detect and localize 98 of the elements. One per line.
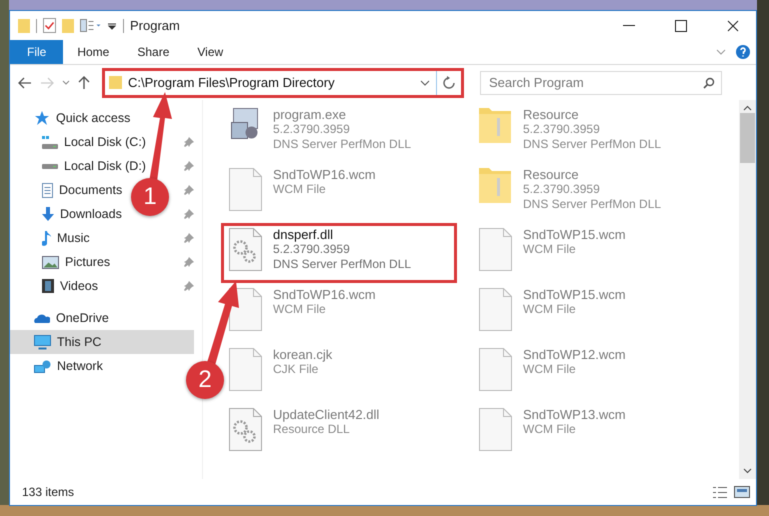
sidebar-item[interactable]: Pictures bbox=[10, 250, 110, 274]
scroll-thumb[interactable] bbox=[740, 113, 755, 163]
dropdown-caret-icon[interactable] bbox=[420, 80, 430, 86]
file-detail: WCM File bbox=[273, 302, 327, 317]
blank-file-icon bbox=[478, 288, 512, 331]
ribbon-tab[interactable]: Home bbox=[63, 40, 124, 64]
file-detail: Resource DLL bbox=[273, 422, 351, 437]
expand-ribbon-icon[interactable] bbox=[716, 49, 726, 55]
application-icon bbox=[231, 108, 259, 139]
blank-file-icon bbox=[478, 408, 512, 451]
download-icon bbox=[42, 207, 54, 221]
gear-file-icon bbox=[228, 228, 262, 271]
sidebar-item[interactable]: OneDrive bbox=[10, 306, 109, 330]
maximize-icon[interactable] bbox=[675, 20, 687, 32]
close-icon[interactable] bbox=[727, 20, 739, 32]
document-icon bbox=[42, 182, 53, 198]
file-name[interactable]: SndToWP16.wcm bbox=[273, 287, 376, 302]
star-icon bbox=[34, 110, 50, 126]
sidebar-item[interactable]: Network bbox=[10, 354, 103, 378]
layout-icon[interactable] bbox=[80, 19, 101, 32]
file-name[interactable]: SndToWP15.wcm bbox=[523, 287, 626, 302]
gear-file-icon bbox=[228, 408, 262, 451]
search-box[interactable]: Search Program bbox=[480, 70, 722, 94]
address-field[interactable]: C:\Program Files\Program Directory bbox=[124, 75, 420, 90]
file-detail: DNS Server PerfMon DLL bbox=[273, 137, 412, 152]
sidebar-item[interactable]: Documents bbox=[10, 178, 122, 202]
file-detail: WCM File bbox=[523, 242, 577, 257]
pin-icon[interactable] bbox=[184, 281, 194, 291]
music-note-icon bbox=[42, 230, 51, 246]
network-icon bbox=[34, 360, 51, 372]
computer-icon bbox=[34, 334, 51, 350]
blank-file-icon bbox=[478, 348, 512, 391]
customize-caret-icon[interactable] bbox=[107, 20, 117, 30]
ribbon-tab[interactable]: Share bbox=[123, 40, 184, 64]
recent-locations-button[interactable] bbox=[62, 80, 70, 86]
pin-icon[interactable] bbox=[184, 161, 194, 171]
film-icon bbox=[42, 279, 54, 293]
back-button[interactable] bbox=[18, 76, 32, 88]
file-name[interactable]: SndToWP12.wcm bbox=[523, 347, 626, 362]
search-icon[interactable] bbox=[703, 76, 715, 88]
folder-icon bbox=[479, 108, 511, 143]
pin-icon[interactable] bbox=[184, 209, 194, 219]
sidebar-item[interactable]: Downloads bbox=[10, 202, 122, 226]
file-detail: DNS Server PerfMon DLL bbox=[523, 197, 662, 212]
folder-icon bbox=[479, 168, 511, 203]
sidebar-item[interactable]: Local Disk (C:) bbox=[10, 130, 146, 154]
window-title: Program bbox=[130, 18, 180, 33]
file-name[interactable]: dnsperf.dll bbox=[273, 227, 412, 242]
file-name[interactable]: Resource bbox=[523, 107, 662, 122]
file-detail: DNS Server PerfMon DLL bbox=[273, 257, 412, 272]
pin-icon[interactable] bbox=[184, 137, 194, 147]
pin-icon[interactable] bbox=[184, 257, 194, 267]
file-name[interactable]: program.exe bbox=[273, 107, 412, 122]
sidebar-item[interactable]: This PC bbox=[10, 330, 194, 354]
search-field[interactable]: Search Program bbox=[487, 74, 703, 91]
file-detail: 5.2.3790.3959 bbox=[523, 182, 601, 197]
up-button[interactable] bbox=[78, 76, 90, 90]
drive-icon bbox=[42, 136, 58, 148]
file-detail: WCM File bbox=[523, 422, 577, 437]
pin-icon[interactable] bbox=[184, 233, 194, 243]
large-icons-view-icon[interactable] bbox=[734, 486, 750, 498]
help-icon[interactable] bbox=[736, 45, 750, 59]
item-count: 133 items bbox=[22, 485, 74, 499]
sidebar-item[interactable]: Quick access bbox=[10, 106, 130, 130]
properties-icon[interactable] bbox=[43, 18, 56, 33]
blank-file-icon bbox=[228, 348, 262, 391]
scroll-down-icon[interactable] bbox=[743, 468, 752, 474]
file-name[interactable]: SndToWP15.wcm bbox=[523, 227, 626, 242]
drive-icon bbox=[42, 164, 58, 168]
pin-icon[interactable] bbox=[184, 185, 194, 195]
file-detail: 5.2.3790.3959 bbox=[523, 122, 601, 137]
blank-file-icon bbox=[228, 168, 262, 211]
file-detail: DNS Server PerfMon DLL bbox=[523, 137, 662, 152]
picture-icon bbox=[42, 256, 59, 268]
cloud-icon bbox=[34, 314, 50, 322]
folder-icon bbox=[109, 76, 122, 89]
file-detail: CJK File bbox=[273, 362, 320, 377]
file-detail: WCM File bbox=[273, 182, 327, 197]
details-view-icon[interactable] bbox=[713, 486, 728, 498]
ribbon-tab[interactable]: View bbox=[183, 40, 238, 64]
sidebar-item[interactable]: Music bbox=[10, 226, 90, 250]
file-name[interactable]: Resource bbox=[523, 167, 662, 182]
ribbon-tab[interactable]: File bbox=[10, 40, 64, 64]
file-name[interactable]: SndToWP13.wcm bbox=[523, 407, 626, 422]
address-bar[interactable]: C:\Program Files\Program Directory bbox=[102, 68, 464, 98]
file-name[interactable]: UpdateClient42.dll bbox=[273, 407, 380, 422]
file-detail: WCM File bbox=[523, 302, 577, 317]
scroll-up-icon[interactable] bbox=[743, 105, 752, 111]
scrollbar[interactable] bbox=[739, 100, 756, 479]
sidebar-item[interactable]: Videos bbox=[10, 274, 98, 298]
sidebar-item[interactable]: Local Disk (D:) bbox=[10, 154, 146, 178]
file-detail: 5.2.3790.3959 bbox=[273, 122, 351, 137]
file-name[interactable]: SndToWP16.wcm bbox=[273, 167, 376, 182]
file-detail: 5.2.3790.3959 bbox=[273, 242, 351, 257]
file-name[interactable]: korean.cjk bbox=[273, 347, 332, 362]
blank-file-icon bbox=[478, 228, 512, 271]
file-detail: WCM File bbox=[523, 362, 577, 377]
refresh-icon[interactable] bbox=[443, 76, 455, 89]
